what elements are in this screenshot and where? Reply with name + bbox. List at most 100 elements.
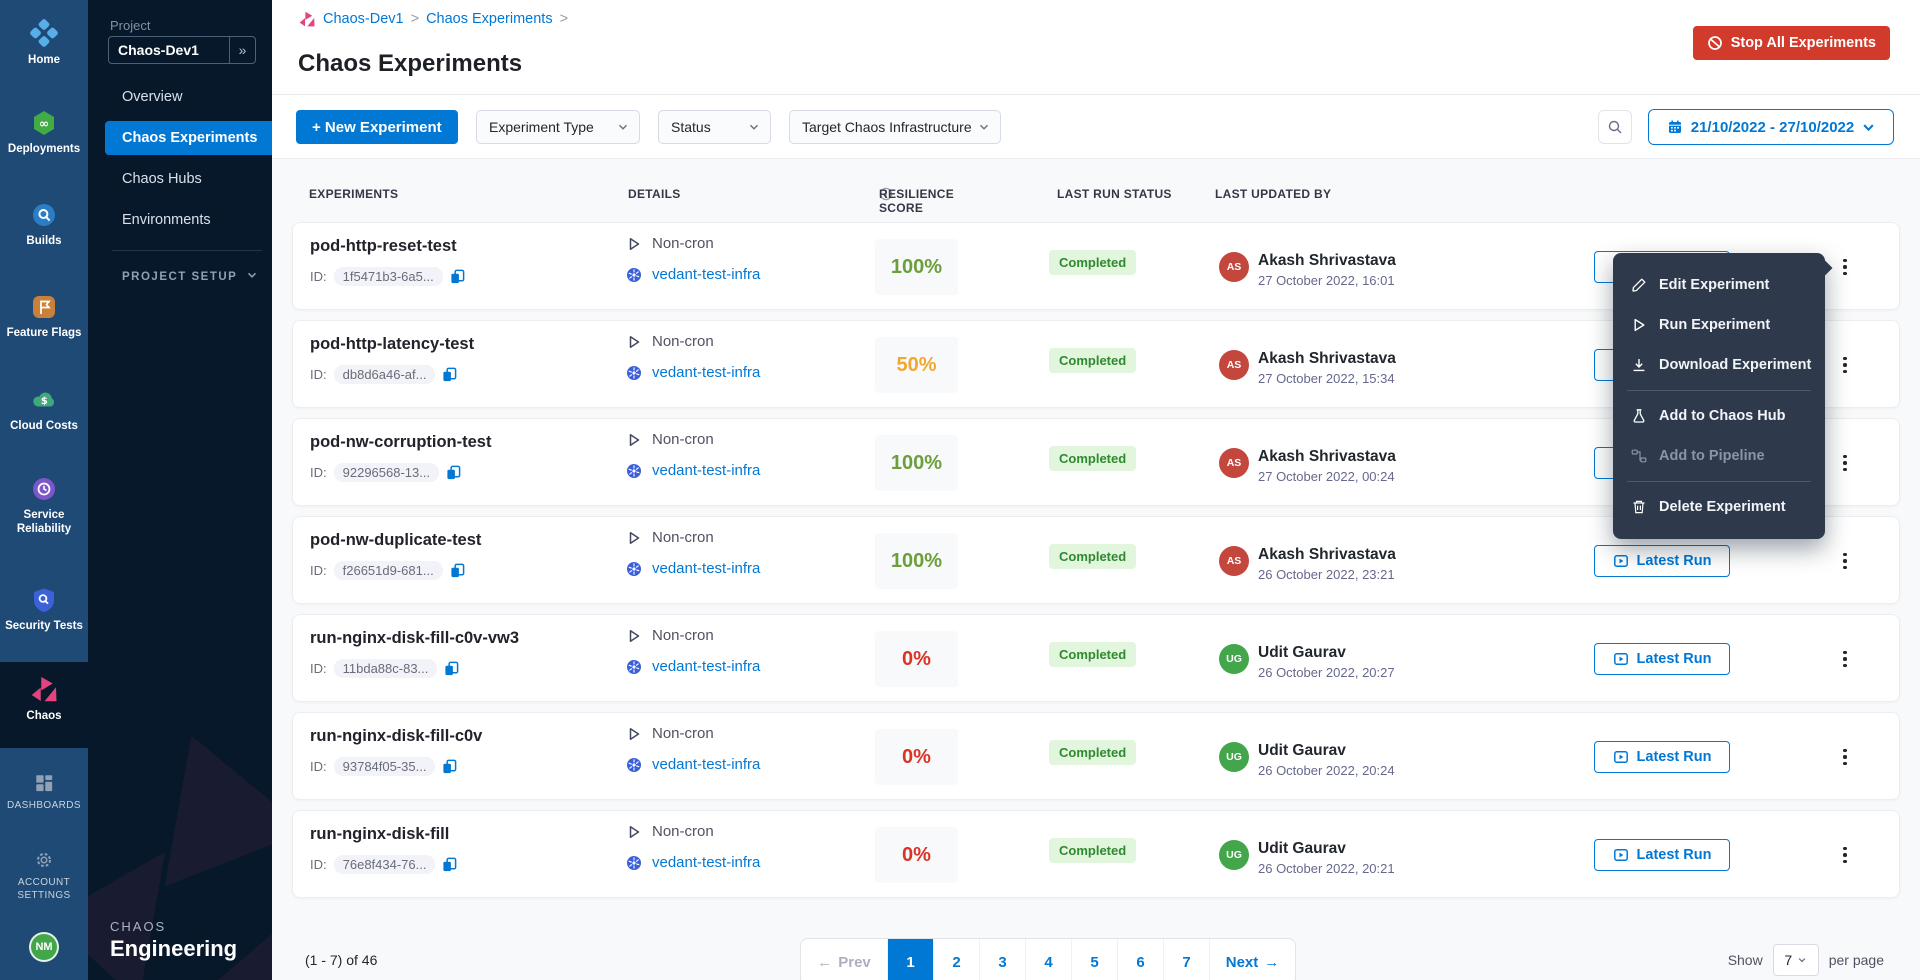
latest-run-button[interactable]: Latest Run: [1594, 643, 1730, 675]
row-menu-button[interactable]: [1833, 839, 1857, 871]
rail-item-service-reliability[interactable]: Service Reliability: [0, 475, 88, 537]
resilience-score: 0%: [875, 729, 958, 785]
experiment-name[interactable]: pod-http-latency-test: [310, 335, 474, 354]
flask-icon: [1631, 408, 1647, 424]
target-infrastructure-filter[interactable]: Target Chaos Infrastructure: [789, 110, 1001, 144]
dashboards-icon: [32, 771, 56, 795]
menu-item-add-to-pipeline[interactable]: Add to Pipeline: [1613, 436, 1825, 476]
brand-chaos-label: CHAOS: [110, 919, 237, 934]
menu-item-delete-experiment[interactable]: Delete Experiment: [1613, 487, 1825, 527]
rail-item-dashboards[interactable]: DASHBOARDS: [0, 771, 88, 813]
user-name: Akash Shrivastava: [1258, 252, 1396, 269]
rail-item-cloud-costs[interactable]: $Cloud Costs: [0, 386, 88, 433]
updated-date: 26 October 2022, 23:21: [1258, 567, 1396, 582]
menu-item-download-experiment[interactable]: Download Experiment: [1613, 345, 1825, 385]
updated-date: 26 October 2022, 20:24: [1258, 763, 1395, 778]
breadcrumb-project-link[interactable]: Chaos-Dev1: [323, 11, 404, 27]
avatar: UG: [1219, 644, 1249, 674]
sidebar-collapse-icon[interactable]: »: [229, 37, 255, 63]
experiment-type-filter[interactable]: Experiment Type: [476, 110, 640, 144]
last-run-status-cell: Completed: [1049, 646, 1136, 664]
user-avatar[interactable]: NM: [29, 932, 59, 962]
row-menu-button[interactable]: [1833, 251, 1857, 283]
infrastructure-link[interactable]: vedant-test-infra: [652, 266, 760, 283]
row-menu-button[interactable]: [1833, 643, 1857, 675]
module-brand: CHAOS Engineering: [110, 919, 237, 962]
search-button[interactable]: [1598, 110, 1632, 144]
menu-item-edit-experiment[interactable]: Edit Experiment: [1613, 265, 1825, 305]
page-size-select[interactable]: 7: [1773, 944, 1819, 976]
rail-item-account-settings[interactable]: ACCOUNT SETTINGS: [0, 848, 88, 902]
copy-icon[interactable]: [442, 857, 457, 872]
last-run-status-cell: Completed: [1049, 450, 1136, 468]
infrastructure-link[interactable]: vedant-test-infra: [652, 560, 760, 577]
menu-item-add-to-chaos-hub[interactable]: Add to Chaos Hub: [1613, 396, 1825, 436]
infrastructure-link[interactable]: vedant-test-infra: [652, 658, 760, 675]
copy-icon[interactable]: [450, 269, 465, 284]
project-selector[interactable]: Chaos-Dev1 »: [108, 36, 256, 64]
status-filter[interactable]: Status: [658, 110, 771, 144]
rail-item-home[interactable]: Home: [0, 18, 88, 67]
experiment-name[interactable]: pod-nw-duplicate-test: [310, 531, 481, 550]
row-menu-button[interactable]: [1833, 545, 1857, 577]
sidebar-item-environments[interactable]: Environments: [105, 203, 272, 237]
sidebar-item-overview[interactable]: Overview: [105, 80, 272, 114]
rail-item-security-tests[interactable]: Security Tests: [0, 586, 88, 633]
run-view-icon: [1613, 553, 1629, 569]
page-button-2[interactable]: 2: [933, 939, 979, 980]
kubernetes-icon: [626, 757, 642, 773]
latest-run-button[interactable]: Latest Run: [1594, 545, 1730, 577]
sidebar-divider: [112, 250, 262, 251]
status-filter-label: Status: [671, 119, 711, 135]
rail-item-builds[interactable]: Builds: [0, 201, 88, 248]
search-icon: [1607, 119, 1623, 135]
breadcrumb-experiments-link[interactable]: Chaos Experiments: [426, 11, 553, 27]
sidebar-item-chaos-experiments[interactable]: Chaos Experiments: [105, 121, 272, 155]
date-range-picker[interactable]: 21/10/2022 - 27/10/2022: [1648, 109, 1894, 145]
page-button-1[interactable]: 1: [887, 939, 933, 980]
page-button-7[interactable]: 7: [1163, 939, 1209, 980]
sidebar-item-chaos-hubs[interactable]: Chaos Hubs: [105, 162, 272, 196]
project-setup-section[interactable]: PROJECT SETUP: [122, 266, 258, 288]
infrastructure-link[interactable]: vedant-test-infra: [652, 364, 760, 381]
new-experiment-button[interactable]: + New Experiment: [296, 110, 458, 144]
prev-page-button[interactable]: ← Prev: [801, 939, 887, 980]
page-button-3[interactable]: 3: [979, 939, 1025, 980]
rail-item-deployments[interactable]: ∞Deployments: [0, 109, 88, 156]
experiment-name[interactable]: run-nginx-disk-fill: [310, 825, 457, 844]
copy-icon[interactable]: [450, 563, 465, 578]
latest-run-button[interactable]: Latest Run: [1594, 741, 1730, 773]
cron-type-icon: [626, 432, 642, 448]
avatar: AS: [1219, 350, 1249, 380]
next-page-button[interactable]: Next →: [1209, 939, 1295, 980]
row-menu-button[interactable]: [1833, 741, 1857, 773]
page-button-6[interactable]: 6: [1117, 939, 1163, 980]
row-context-menu: Edit ExperimentRun ExperimentDownload Ex…: [1613, 253, 1825, 539]
copy-icon[interactable]: [446, 465, 461, 480]
experiment-name[interactable]: run-nginx-disk-fill-c0v-vw3: [310, 629, 519, 648]
column-experiments: EXPERIMENTS: [309, 187, 398, 201]
copy-icon[interactable]: [442, 367, 457, 382]
infrastructure-link[interactable]: vedant-test-infra: [652, 462, 760, 479]
stop-all-experiments-button[interactable]: Stop All Experiments: [1693, 26, 1890, 60]
latest-run-button[interactable]: Latest Run: [1594, 839, 1730, 871]
prohibit-icon: [1707, 35, 1723, 51]
rail-item-feature-flags[interactable]: Feature Flags: [0, 293, 88, 340]
copy-icon[interactable]: [444, 661, 459, 676]
last-updated-by-cell: UG Udit Gaurav 26 October 2022, 20:24: [1219, 742, 1395, 778]
experiment-name[interactable]: run-nginx-disk-fill-c0v: [310, 727, 482, 746]
row-menu-button[interactable]: [1833, 349, 1857, 381]
page-button-5[interactable]: 5: [1071, 939, 1117, 980]
infrastructure-link[interactable]: vedant-test-infra: [652, 854, 760, 871]
row-menu-button[interactable]: [1833, 447, 1857, 479]
copy-icon[interactable]: [442, 759, 457, 774]
infrastructure-link[interactable]: vedant-test-infra: [652, 756, 760, 773]
page-button-4[interactable]: 4: [1025, 939, 1071, 980]
experiment-name[interactable]: pod-nw-corruption-test: [310, 433, 491, 452]
arrow-left-icon: ←: [817, 954, 832, 971]
resilience-score: 100%: [875, 239, 958, 295]
id-label: ID:: [310, 661, 327, 676]
rail-item-chaos[interactable]: Chaos: [0, 662, 88, 748]
experiment-name[interactable]: pod-http-reset-test: [310, 237, 465, 256]
menu-item-run-experiment[interactable]: Run Experiment: [1613, 305, 1825, 345]
